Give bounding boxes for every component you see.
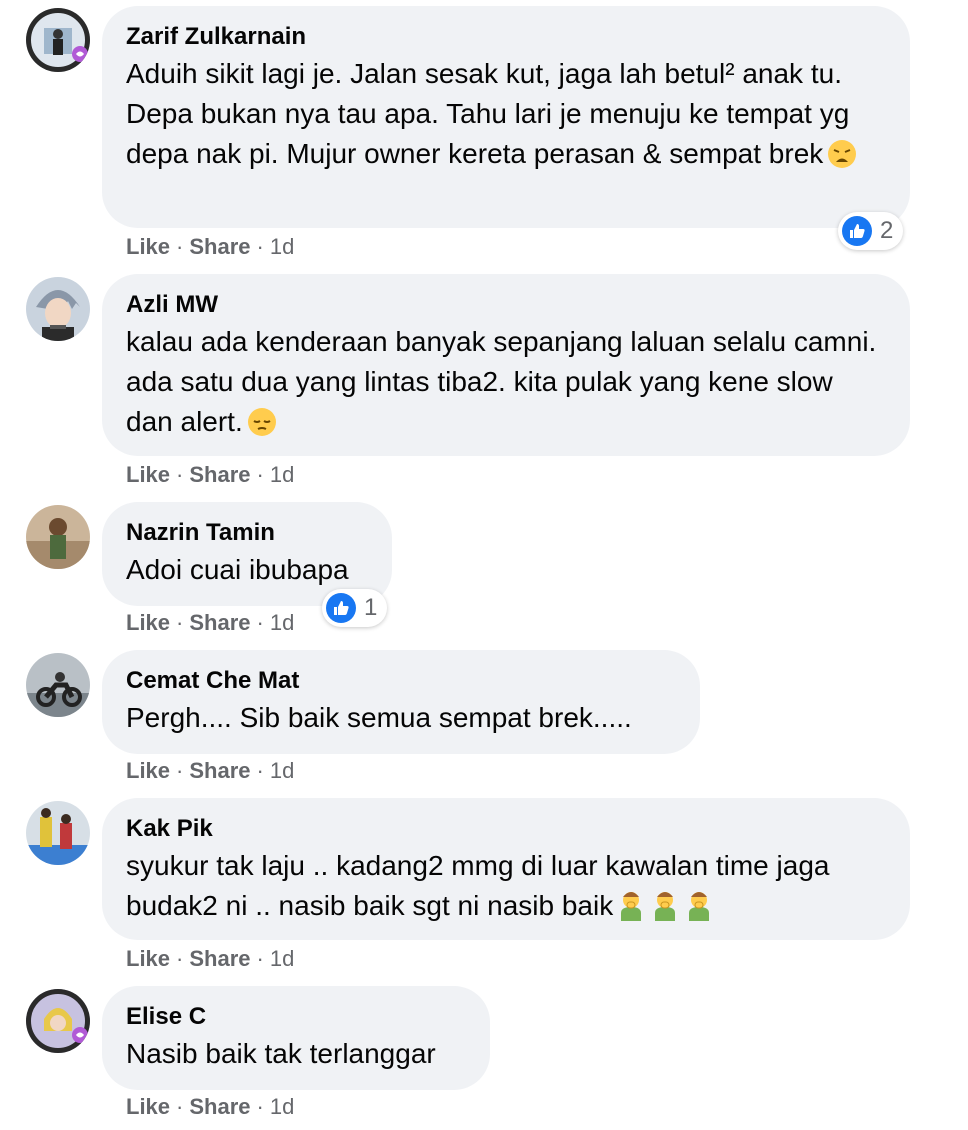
- comment-text: Nasib baik tak terlanggar: [126, 1038, 436, 1069]
- separator-dot: ·: [256, 462, 264, 487]
- weary-face-icon: [827, 139, 857, 180]
- comment-text: Aduih sikit lagi je. Jalan sesak kut, ja…: [126, 54, 886, 180]
- comment-bubble: Kak Pik syukur tak laju .. kadang2 mmg d…: [102, 798, 910, 940]
- comment-author[interactable]: Zarif Zulkarnain: [126, 22, 886, 52]
- like-link[interactable]: Like: [126, 758, 170, 783]
- separator-dot: ·: [256, 610, 264, 635]
- like-link[interactable]: Like: [126, 1094, 170, 1119]
- avatar-nazrin[interactable]: [26, 505, 90, 569]
- reaction-count: 1: [364, 594, 378, 621]
- avatar-azli[interactable]: [26, 277, 90, 341]
- timestamp[interactable]: 1d: [270, 462, 294, 487]
- share-link[interactable]: Share: [189, 946, 250, 971]
- like-link[interactable]: Like: [126, 946, 170, 971]
- comment-text: Adoi cuai ibubapa: [126, 554, 349, 585]
- separator-dot: ·: [256, 946, 264, 971]
- separator-dot: ·: [256, 758, 264, 783]
- avatar-zarif[interactable]: [26, 8, 90, 72]
- comment-bubble: Cemat Che Mat Pergh.... Sib baik semua s…: [102, 650, 700, 754]
- share-link[interactable]: Share: [189, 1094, 250, 1119]
- pensive-face-icon: [247, 407, 277, 448]
- separator-dot: ·: [176, 758, 184, 783]
- comment-actions: Like · Share · 1d: [126, 945, 294, 973]
- reaction-count: 2: [880, 217, 894, 244]
- comment-actions: Like · Share · 1d: [126, 609, 294, 637]
- separator-dot: ·: [176, 234, 184, 259]
- nauseated-person-icon: [617, 889, 713, 932]
- comment-actions: Like · Share · 1d: [126, 757, 294, 785]
- timestamp[interactable]: 1d: [270, 758, 294, 783]
- timestamp[interactable]: 1d: [270, 610, 294, 635]
- comment-actions: Like · Share · 1d: [126, 1093, 294, 1121]
- comment-text: syukur tak laju .. kadang2 mmg di luar k…: [126, 846, 886, 932]
- comment-author[interactable]: Azli MW: [126, 290, 886, 320]
- timestamp[interactable]: 1d: [270, 946, 294, 971]
- share-link[interactable]: Share: [189, 610, 250, 635]
- comment-text: Pergh.... Sib baik semua sempat brek....…: [126, 702, 632, 733]
- avatar-image: [26, 505, 90, 569]
- comment-text-content: kalau ada kenderaan banyak sepanjang lal…: [126, 326, 877, 437]
- like-reaction-icon: [842, 216, 872, 246]
- avatar-image: [26, 653, 90, 717]
- separator-dot: ·: [256, 1094, 264, 1119]
- comment-text-content: Aduih sikit lagi je. Jalan sesak kut, ja…: [126, 58, 850, 169]
- comment-bubble: Zarif Zulkarnain Aduih sikit lagi je. Ja…: [102, 6, 910, 228]
- comment-author[interactable]: Elise C: [126, 1002, 466, 1032]
- avatar-cemat[interactable]: [26, 653, 90, 717]
- like-link[interactable]: Like: [126, 234, 170, 259]
- share-link[interactable]: Share: [189, 234, 250, 259]
- avatar-image: [26, 277, 90, 341]
- separator-dot: ·: [176, 462, 184, 487]
- comment-author[interactable]: Cemat Che Mat: [126, 666, 676, 696]
- comment-text: kalau ada kenderaan banyak sepanjang lal…: [126, 322, 886, 448]
- comment-bubble: Elise C Nasib baik tak terlanggar: [102, 986, 490, 1090]
- like-link[interactable]: Like: [126, 462, 170, 487]
- avatar-image: [26, 801, 90, 865]
- avatar-image: [26, 8, 90, 72]
- share-link[interactable]: Share: [189, 758, 250, 783]
- comment-author[interactable]: Nazrin Tamin: [126, 518, 368, 548]
- reaction-count-badge[interactable]: 2: [838, 212, 904, 250]
- separator-dot: ·: [176, 1094, 184, 1119]
- like-link[interactable]: Like: [126, 610, 170, 635]
- comment-bubble: Azli MW kalau ada kenderaan banyak sepan…: [102, 274, 910, 456]
- reaction-count-badge[interactable]: 1: [322, 589, 388, 627]
- comment-text-content: syukur tak laju .. kadang2 mmg di luar k…: [126, 850, 830, 921]
- avatar-kak-pik[interactable]: [26, 801, 90, 865]
- separator-dot: ·: [256, 234, 264, 259]
- separator-dot: ·: [176, 946, 184, 971]
- share-link[interactable]: Share: [189, 462, 250, 487]
- like-reaction-icon: [326, 593, 356, 623]
- separator-dot: ·: [176, 610, 184, 635]
- comment-actions: Like · Share · 1d: [126, 233, 294, 261]
- timestamp[interactable]: 1d: [270, 1094, 294, 1119]
- comment-actions: Like · Share · 1d: [126, 461, 294, 489]
- avatar-image: [26, 989, 90, 1053]
- timestamp[interactable]: 1d: [270, 234, 294, 259]
- comment-author[interactable]: Kak Pik: [126, 814, 886, 844]
- avatar-elise[interactable]: [26, 989, 90, 1053]
